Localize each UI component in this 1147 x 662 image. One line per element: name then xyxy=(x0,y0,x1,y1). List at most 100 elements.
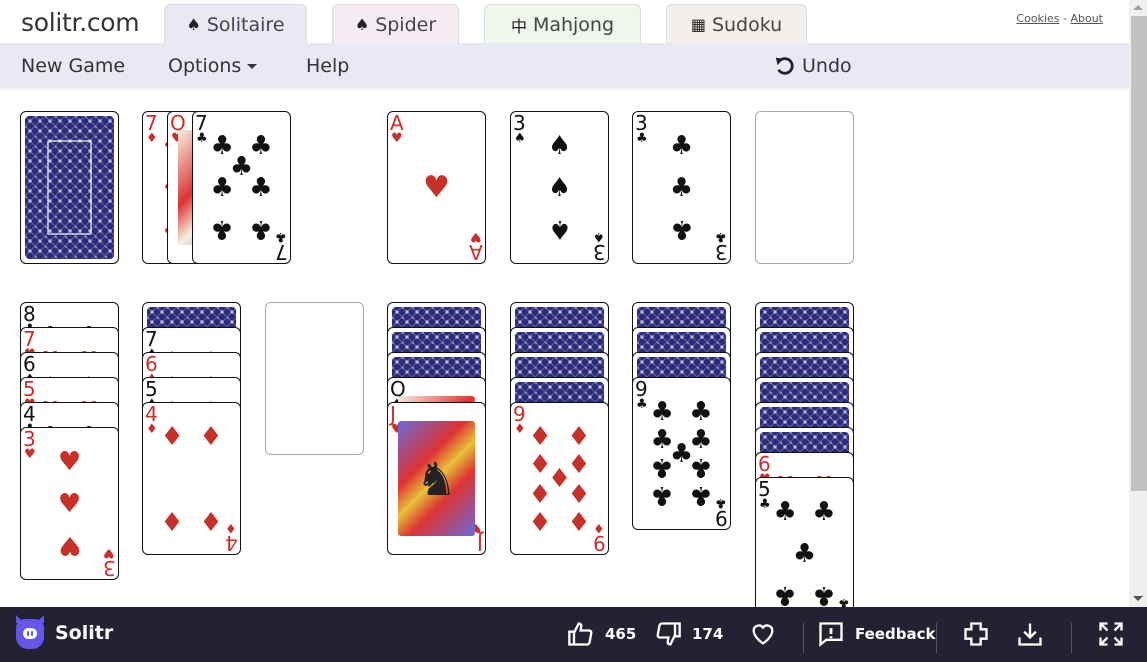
club-icon: ♣ xyxy=(759,497,771,512)
footer-bar: Solitr 465 174 Feedback xyxy=(0,607,1147,662)
scrollbar[interactable] xyxy=(1129,0,1147,607)
club-icon: ♣ xyxy=(636,397,648,412)
heart-pip-icon: ♥ xyxy=(57,447,82,478)
about-link[interactable]: About xyxy=(1070,12,1103,25)
download-button[interactable] xyxy=(1016,620,1044,648)
tableau-1-card-3-of-hearts[interactable]: 3 ♥ 3 ♥ ♥ ♥ ♥ xyxy=(20,427,119,580)
tableau-3-empty-slot[interactable] xyxy=(265,302,364,455)
site-logo[interactable]: solitr.com xyxy=(21,8,140,37)
diamond-pip-icon: ♦ xyxy=(528,422,552,453)
card-rank-bottom: 4 xyxy=(225,531,238,555)
top-links: Cookies - About xyxy=(1016,12,1103,25)
club-pip-icon: ♣ xyxy=(650,397,674,428)
club-pip-icon: ♣ xyxy=(210,213,234,244)
tableau-5-card-9-of-diamonds[interactable]: 9 ♦ 9 ♦ ♦ ♦ ♦ ♦ ♦ ♦ ♦ ♦ ♦ xyxy=(510,402,609,555)
caret-down-icon xyxy=(247,64,258,69)
thumbs-down-icon xyxy=(656,622,681,646)
solitr-logo-icon[interactable] xyxy=(16,619,44,649)
heart-icon: ♥ xyxy=(391,131,403,146)
heart-pip-icon: ♥ xyxy=(423,169,450,205)
stock-face-down-card[interactable] xyxy=(20,111,119,264)
fullscreen-icon xyxy=(1099,622,1123,646)
club-pip-icon: ♣ xyxy=(249,213,273,244)
diamond-pip-icon: ♦ xyxy=(199,504,223,535)
options-label: Options xyxy=(168,55,242,77)
club-pip-icon: ♣ xyxy=(689,397,713,428)
club-pip-icon: ♣ xyxy=(812,579,836,610)
scroll-down-arrow-icon[interactable] xyxy=(1133,596,1143,601)
tableau-4-card-J-of-hearts[interactable]: J ♥ J ♥ ♞ xyxy=(387,402,486,555)
club-icon: ♣ xyxy=(275,229,287,244)
fullscreen-button[interactable] xyxy=(1097,620,1125,648)
thumbs-up-icon xyxy=(568,622,593,646)
scroll-up-arrow-icon[interactable] xyxy=(1133,5,1143,10)
foundation-2-card-3-of-spades[interactable]: 3 ♠ 3 ♠ ♠ ♠ ♠ xyxy=(510,111,609,264)
diamond-icon: ♦ xyxy=(593,520,605,535)
gamepad-button[interactable] xyxy=(962,620,990,648)
favorite-button[interactable] xyxy=(749,620,777,648)
feedback-button[interactable]: Feedback xyxy=(817,620,935,648)
spade-icon: ♠ xyxy=(514,131,526,146)
download-icon xyxy=(1018,623,1042,646)
undo-button[interactable]: Undo xyxy=(774,55,852,77)
heart-icon: ♥ xyxy=(470,229,482,244)
tab-solitaire[interactable]: ♠ Solitaire xyxy=(164,4,307,44)
footer-brand[interactable]: Solitr xyxy=(55,622,113,644)
like-count: 465 xyxy=(605,625,637,643)
like-button[interactable]: 465 xyxy=(567,620,636,648)
club-pip-icon: ♣ xyxy=(650,479,674,510)
heart-icon: ♥ xyxy=(24,447,36,462)
diamond-pip-icon: ♦ xyxy=(567,504,591,535)
help-button[interactable]: Help xyxy=(306,55,349,77)
link-separator: - xyxy=(1062,12,1067,25)
spade-icon: ♠ xyxy=(593,229,605,244)
tab-spider[interactable]: ♠ Spider xyxy=(332,4,459,44)
tab-mahjong[interactable]: 中 Mahjong xyxy=(484,4,641,44)
diamond-pip-icon: ♦ xyxy=(160,504,184,535)
club-pip-icon: ♣ xyxy=(792,538,817,569)
diamond-pip-icon: ♦ xyxy=(567,476,591,507)
new-game-button[interactable]: New Game xyxy=(21,55,125,77)
footer-divider xyxy=(1071,623,1072,653)
heart-pip-icon: ♥ xyxy=(57,529,82,560)
game-board: 7♦7♦♦♦♦♦♦♦♦Q♥Q♥♛7♣7♣♣♣♣♣♣♣♣A♥A♥♥3♠3♠♠♠♠3… xyxy=(0,88,1129,630)
heart-icon xyxy=(752,624,774,645)
foundation-4-empty-slot[interactable] xyxy=(755,111,854,264)
diamond-icon: ♦ xyxy=(146,131,158,146)
card-rank-bottom: 3 xyxy=(715,240,728,264)
tab-sudoku[interactable]: ▦ Sudoku xyxy=(666,4,807,44)
club-pip-icon: ♣ xyxy=(773,497,797,528)
undo-icon xyxy=(775,57,794,75)
spade-icon: ♠ xyxy=(186,15,201,34)
footer-divider xyxy=(803,623,804,653)
scroll-thumb[interactable] xyxy=(1131,16,1147,491)
diamond-icon: ♦ xyxy=(514,422,526,437)
cookies-link[interactable]: Cookies xyxy=(1016,12,1059,25)
diamond-icon: ♦ xyxy=(225,520,237,535)
options-menu[interactable]: Options xyxy=(168,55,258,77)
tableau-2-card-4-of-diamonds[interactable]: 4 ♦ 4 ♦ ♦ ♦ ♦ ♦ xyxy=(142,402,241,555)
tableau-6-card-9-of-clubs[interactable]: 9 ♣ 9 ♣ ♣ ♣ ♣ ♣ ♣ ♣ ♣ ♣ ♣ xyxy=(632,377,731,530)
club-pip-icon: ♣ xyxy=(249,172,273,203)
diamond-pip-icon: ♦ xyxy=(528,504,552,535)
club-pip-icon: ♣ xyxy=(689,451,713,482)
menu-bar: New Game Options Help Undo xyxy=(0,43,1129,88)
card-rank-bottom: 9 xyxy=(593,531,606,555)
club-pip-icon: ♣ xyxy=(210,172,234,203)
diamond-icon: ♦ xyxy=(146,422,158,437)
heart-pip-icon: ♥ xyxy=(57,488,82,519)
mahjong-icon: 中 xyxy=(510,16,527,36)
club-pip-icon: ♣ xyxy=(689,479,713,510)
club-icon: ♣ xyxy=(636,131,648,146)
foundation-1-card-A-of-hearts[interactable]: A ♥ A ♥ ♥ xyxy=(387,111,486,264)
card-rank-bottom: 3 xyxy=(593,240,606,264)
waste-card-7-of-clubs[interactable]: 7 ♣ 7 ♣ ♣ ♣ ♣ ♣ ♣ ♣ ♣ xyxy=(192,111,291,264)
dislike-count: 174 xyxy=(692,625,724,643)
club-icon: ♣ xyxy=(715,495,727,510)
card-rank-bottom: 3 xyxy=(103,556,116,580)
card-rank-bottom: J xyxy=(477,531,483,555)
card-rank-bottom: 9 xyxy=(715,506,728,530)
dislike-button[interactable]: 174 xyxy=(654,620,723,648)
club-icon: ♣ xyxy=(196,131,208,146)
foundation-3-card-3-of-clubs[interactable]: 3 ♣ 3 ♣ ♣ ♣ ♣ xyxy=(632,111,731,264)
